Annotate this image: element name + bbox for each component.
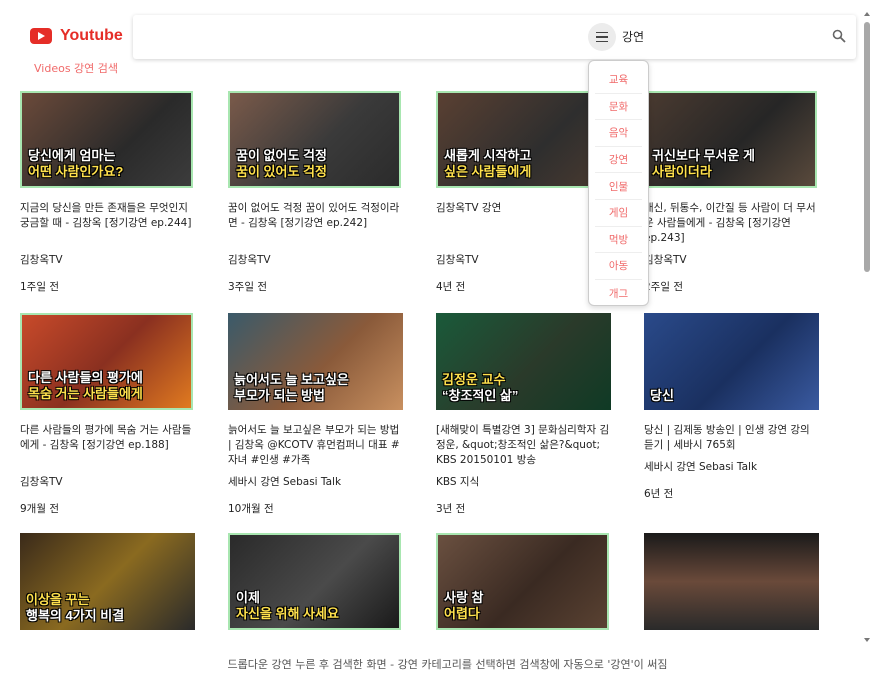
search-bar: 강연 — [133, 15, 856, 59]
channel-name[interactable]: 김창옥TV — [20, 474, 195, 489]
dropdown-item-comedy[interactable]: 개그 — [595, 280, 642, 307]
upload-time: 4년 전 — [436, 281, 466, 293]
scroll-up-arrow-icon[interactable] — [864, 12, 870, 16]
video-thumbnail[interactable] — [644, 533, 819, 630]
dropdown-item-lecture[interactable]: 강연 — [595, 147, 642, 174]
video-card[interactable]: 이상을 꾸는 행복의 4가지 비결 — [20, 533, 195, 630]
upload-time: 2주일 전 — [644, 281, 683, 293]
dropdown-item-music[interactable]: 음악 — [595, 120, 642, 147]
search-icon[interactable] — [832, 29, 846, 43]
video-title[interactable]: 지금의 당신을 만든 존재들은 무엇인지 궁금할 때 - 김창옥 [정기강연 e… — [20, 201, 195, 246]
logo-text: Youtube — [60, 27, 123, 44]
video-title[interactable]: 늙어서도 늘 보고싶은 부모가 되는 방법 | 김창옥 @KCOTV 휴먼컴퍼니… — [228, 423, 403, 468]
upload-time: 3주일 전 — [228, 281, 267, 293]
video-title[interactable]: [새해맞이 특별강연 3] 문화심리학자 김정운, &quot;창조적인 삶은?… — [436, 423, 611, 468]
dropdown-item-people[interactable]: 인물 — [595, 173, 642, 200]
upload-time: 6년 전 — [644, 488, 674, 500]
video-thumbnail[interactable]: 당신에게 엄마는 어떤 사람인가요? — [20, 91, 193, 188]
video-thumbnail[interactable]: 김정운 교수 “창조적인 삶” — [436, 313, 611, 410]
video-thumbnail[interactable]: 이제 자신을 위해 사세요 — [228, 533, 401, 630]
video-title[interactable]: 배신, 뒤통수, 이간질 등 사람이 더 무서운 사람들에게 - 김창옥 [정기… — [644, 201, 819, 246]
hamburger-icon — [596, 31, 608, 34]
video-thumbnail[interactable]: 당신 — [644, 313, 819, 410]
video-thumbnail[interactable]: 사랑 참 어렵다 — [436, 533, 609, 630]
video-thumbnail[interactable]: 꿈이 없어도 걱정 꿈이 있어도 걱정 — [228, 91, 401, 188]
category-dropdown: 교육 문화 음악 강연 인물 게임 먹방 아동 개그 — [588, 60, 649, 306]
video-title[interactable]: 다른 사람들의 평가에 목숨 거는 사람들에게 - 김창옥 [정기강연 ep.1… — [20, 423, 195, 468]
dropdown-item-game[interactable]: 게임 — [595, 200, 642, 227]
page-subtitle: Videos 강연 검색 — [34, 62, 119, 75]
video-card[interactable]: 당신에게 엄마는 어떤 사람인가요? 지금의 당신을 만든 존재들은 무엇인지 궁… — [20, 91, 195, 294]
logo[interactable]: Youtube — [30, 27, 123, 45]
channel-name[interactable]: 김창옥TV — [20, 252, 195, 267]
youtube-play-icon — [30, 28, 52, 44]
video-card[interactable]: 다른 사람들의 평가에 목숨 거는 사람들에게 다른 사람들의 평가에 목숨 거는… — [20, 313, 195, 516]
dropdown-item-culture[interactable]: 문화 — [595, 94, 642, 121]
category-menu-button[interactable] — [588, 23, 616, 51]
scroll-down-arrow-icon[interactable] — [864, 638, 870, 642]
video-card[interactable]: 늙어서도 늘 보고싶은 부모가 되는 방법 늙어서도 늘 보고싶은 부모가 되는 … — [228, 313, 403, 516]
dropdown-item-kids[interactable]: 아동 — [595, 253, 642, 280]
scrollbar[interactable] — [863, 12, 871, 642]
video-thumbnail[interactable]: 새롭게 시작하고 싶은 사람들에게 — [436, 91, 609, 188]
video-card[interactable]: 김정운 교수 “창조적인 삶” [새해맞이 특별강연 3] 문화심리학자 김정운,… — [436, 313, 611, 516]
channel-name[interactable]: 김창옥TV — [228, 252, 403, 267]
channel-name[interactable]: 세바시 강연 Sebasi Talk — [644, 459, 819, 474]
channel-name[interactable]: 세바시 강연 Sebasi Talk — [228, 474, 403, 489]
video-card[interactable]: 새롭게 시작하고 싶은 사람들에게 김창옥TV 강연 김창옥TV 4년 전 — [436, 91, 611, 294]
video-card[interactable]: 꿈이 없어도 걱정 꿈이 있어도 걱정 꿈이 없어도 걱정 꿈이 있어도 걱정이라… — [228, 91, 403, 294]
dropdown-item-education[interactable]: 교육 — [595, 67, 642, 94]
upload-time: 10개월 전 — [228, 503, 274, 515]
video-title[interactable]: 꿈이 없어도 걱정 꿈이 있어도 걱정이라면 - 김창옥 [정기강연 ep.24… — [228, 201, 403, 246]
video-title[interactable]: 김창옥TV 강연 — [436, 201, 611, 246]
scrollbar-thumb[interactable] — [864, 22, 870, 272]
channel-name[interactable]: KBS 지식 — [436, 474, 611, 489]
upload-time: 1주일 전 — [20, 281, 59, 293]
video-card[interactable] — [644, 533, 819, 630]
channel-name[interactable]: 김창옥TV — [436, 252, 611, 267]
search-input[interactable]: 강연 — [622, 28, 644, 45]
upload-time: 3년 전 — [436, 503, 466, 515]
video-card[interactable]: 귀신보다 무서운 게 사람이더라 배신, 뒤통수, 이간질 등 사람이 더 무서운… — [644, 91, 819, 294]
video-title[interactable]: 당신 | 김제동 방송인 | 인생 강연 강의 듣기 | 세바시 765회 — [644, 423, 819, 453]
dropdown-item-mukbang[interactable]: 먹방 — [595, 227, 642, 254]
channel-name[interactable]: 김창옥TV — [644, 252, 819, 267]
video-thumbnail[interactable]: 이상을 꾸는 행복의 4가지 비결 — [20, 533, 195, 630]
video-card[interactable]: 당신 당신 | 김제동 방송인 | 인생 강연 강의 듣기 | 세바시 765회… — [644, 313, 819, 501]
video-thumbnail[interactable]: 다른 사람들의 평가에 목숨 거는 사람들에게 — [20, 313, 193, 410]
video-card[interactable]: 이제 자신을 위해 사세요 — [228, 533, 403, 630]
video-thumbnail[interactable]: 귀신보다 무서운 게 사람이더라 — [644, 91, 817, 188]
video-thumbnail[interactable]: 늙어서도 늘 보고싶은 부모가 되는 방법 — [228, 313, 403, 410]
upload-time: 9개월 전 — [20, 503, 59, 515]
video-card[interactable]: 사랑 참 어렵다 — [436, 533, 611, 630]
screenshot-caption: 드롭다운 강연 누른 후 검색한 화면 - 강연 카테고리를 선택하면 검색창에… — [227, 658, 668, 671]
